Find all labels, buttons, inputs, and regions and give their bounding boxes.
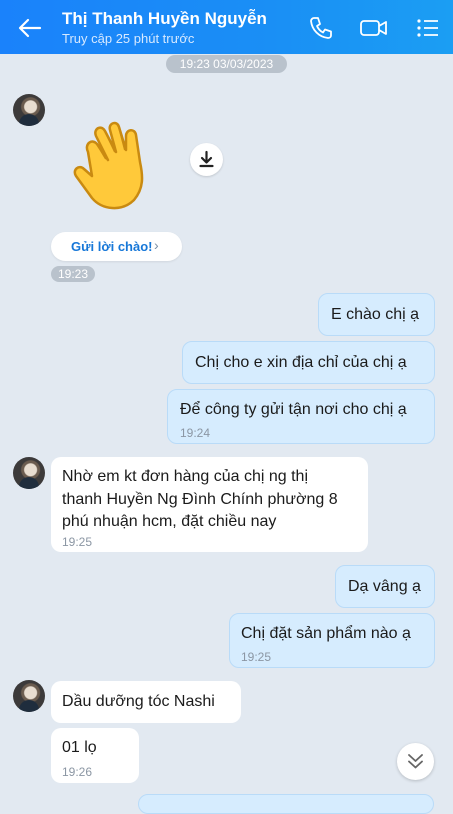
message-bubble-outgoing[interactable]: Chị cho e xin địa chỉ của chị ạ: [182, 341, 435, 384]
message-text: Để công ty gửi tận nơi cho chị ạ: [180, 401, 407, 418]
scroll-to-bottom-button[interactable]: [397, 743, 434, 780]
phone-icon[interactable]: [307, 14, 335, 42]
avatar[interactable]: [13, 457, 45, 489]
message-time: 19:24: [180, 426, 211, 440]
chat-header: Thị Thanh Huyền Nguyễn Truy cập 25 phút …: [0, 0, 453, 54]
double-chevron-down-icon: [408, 754, 423, 769]
download-button[interactable]: [190, 143, 223, 176]
date-separator: 19:23 03/03/2023: [166, 55, 287, 73]
message-bubble-outgoing[interactable]: E chào chị ạ: [318, 293, 435, 336]
message-text: Chị cho e xin địa chỉ của chị ạ: [195, 354, 407, 371]
download-icon: [199, 150, 214, 168]
avatar[interactable]: [13, 680, 45, 712]
message-bubble-outgoing[interactable]: Dạ vâng ạ: [335, 565, 435, 608]
message-text-line: thanh Huyền Ng Đình Chính phường 8: [62, 491, 338, 508]
message-text: Chị đặt sản phẩm nào ạ: [241, 625, 411, 642]
message-bubble-incoming[interactable]: Dầu dưỡng tóc Nashi: [51, 681, 241, 723]
menu-list-icon[interactable]: [414, 14, 442, 42]
back-arrow-icon[interactable]: [16, 14, 44, 42]
message-text: 01 lọ: [62, 739, 97, 756]
message-time: 19:25: [241, 650, 272, 664]
send-greeting-label: Gửi lời chào!: [71, 239, 153, 254]
contact-name[interactable]: Thị Thanh Huyền Nguyễn: [62, 9, 267, 29]
message-text: E chào chị ạ: [331, 306, 420, 323]
message-time: 19:25: [62, 535, 93, 549]
message-bubble-incoming[interactable]: 01 lọ 19:26: [51, 728, 139, 783]
message-text-line: Nhờ em kt đơn hàng của chị ng thị: [62, 468, 309, 485]
message-time: 19:26: [62, 765, 93, 779]
message-bubble-outgoing[interactable]: Để công ty gửi tận nơi cho chị ạ 19:24: [167, 389, 435, 444]
message-bubble-outgoing-partial[interactable]: [138, 794, 434, 814]
message-time: 19:23: [51, 266, 95, 282]
send-greeting-button[interactable]: Gửi lời chào! ›: [51, 232, 182, 261]
message-text: Dạ vâng ạ: [348, 578, 421, 595]
chevron-right-icon: ›: [154, 237, 159, 253]
video-call-icon[interactable]: [359, 14, 389, 42]
message-bubble-outgoing[interactable]: Chị đặt sản phẩm nào ạ 19:25: [229, 613, 435, 668]
last-seen-status: Truy cập 25 phút trước: [62, 31, 195, 46]
avatar[interactable]: [13, 94, 45, 126]
message-text: Dầu dưỡng tóc Nashi: [62, 693, 215, 710]
waving-hand-sticker[interactable]: [66, 114, 166, 214]
message-text-line: phú nhuận hcm, đặt chiều nay: [62, 513, 277, 530]
message-bubble-incoming[interactable]: Nhờ em kt đơn hàng của chị ng thị thanh …: [51, 457, 368, 552]
